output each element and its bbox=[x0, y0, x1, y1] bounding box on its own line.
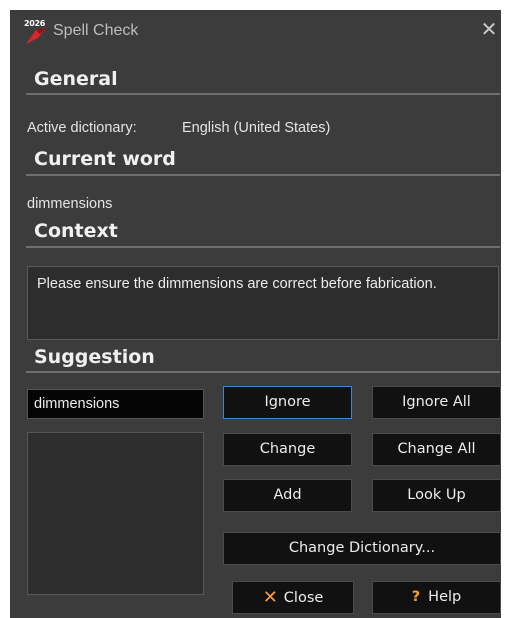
context-heading: Context bbox=[34, 220, 118, 242]
suggestion-heading: Suggestion bbox=[34, 346, 155, 368]
ignore-all-button[interactable]: Ignore All bbox=[372, 386, 501, 419]
add-button[interactable]: Add bbox=[223, 479, 352, 512]
help-button[interactable]: ? Help bbox=[372, 581, 501, 614]
suggestion-list[interactable] bbox=[27, 432, 204, 595]
change-all-button[interactable]: Change All bbox=[372, 433, 501, 466]
current-word-value: dimmensions bbox=[27, 196, 113, 212]
current-word-divider bbox=[26, 174, 500, 176]
active-dictionary-label: Active dictionary: bbox=[27, 120, 137, 136]
suggestion-divider bbox=[26, 371, 500, 373]
look-up-button[interactable]: Look Up bbox=[372, 479, 501, 512]
title-bar[interactable]: 2026 Spell Check ✕ bbox=[10, 10, 501, 52]
context-text-box: Please ensure the dimmensions are correc… bbox=[27, 266, 499, 340]
change-dictionary-button[interactable]: Change Dictionary... bbox=[223, 532, 501, 565]
app-icon-year: 2026 bbox=[24, 19, 46, 28]
current-word-heading: Current word bbox=[34, 148, 176, 170]
help-button-label: Help bbox=[428, 589, 462, 605]
general-heading: General bbox=[34, 68, 118, 90]
app-icon: 2026 bbox=[24, 20, 48, 44]
spell-check-dialog: 2026 Spell Check ✕ General Active dictio… bbox=[10, 10, 501, 618]
context-divider bbox=[26, 246, 500, 248]
help-question-icon: ? bbox=[411, 589, 421, 605]
general-divider bbox=[26, 93, 500, 95]
close-x-icon: ✕ bbox=[262, 587, 278, 608]
close-button-label: Close bbox=[283, 590, 324, 606]
close-icon[interactable]: ✕ bbox=[479, 20, 499, 40]
close-button[interactable]: ✕ Close bbox=[232, 581, 354, 614]
change-button[interactable]: Change bbox=[223, 433, 352, 466]
active-dictionary-value: English (United States) bbox=[182, 120, 331, 136]
suggestion-input[interactable] bbox=[27, 389, 204, 419]
ignore-button[interactable]: Ignore bbox=[223, 386, 352, 419]
window-title: Spell Check bbox=[53, 22, 139, 39]
